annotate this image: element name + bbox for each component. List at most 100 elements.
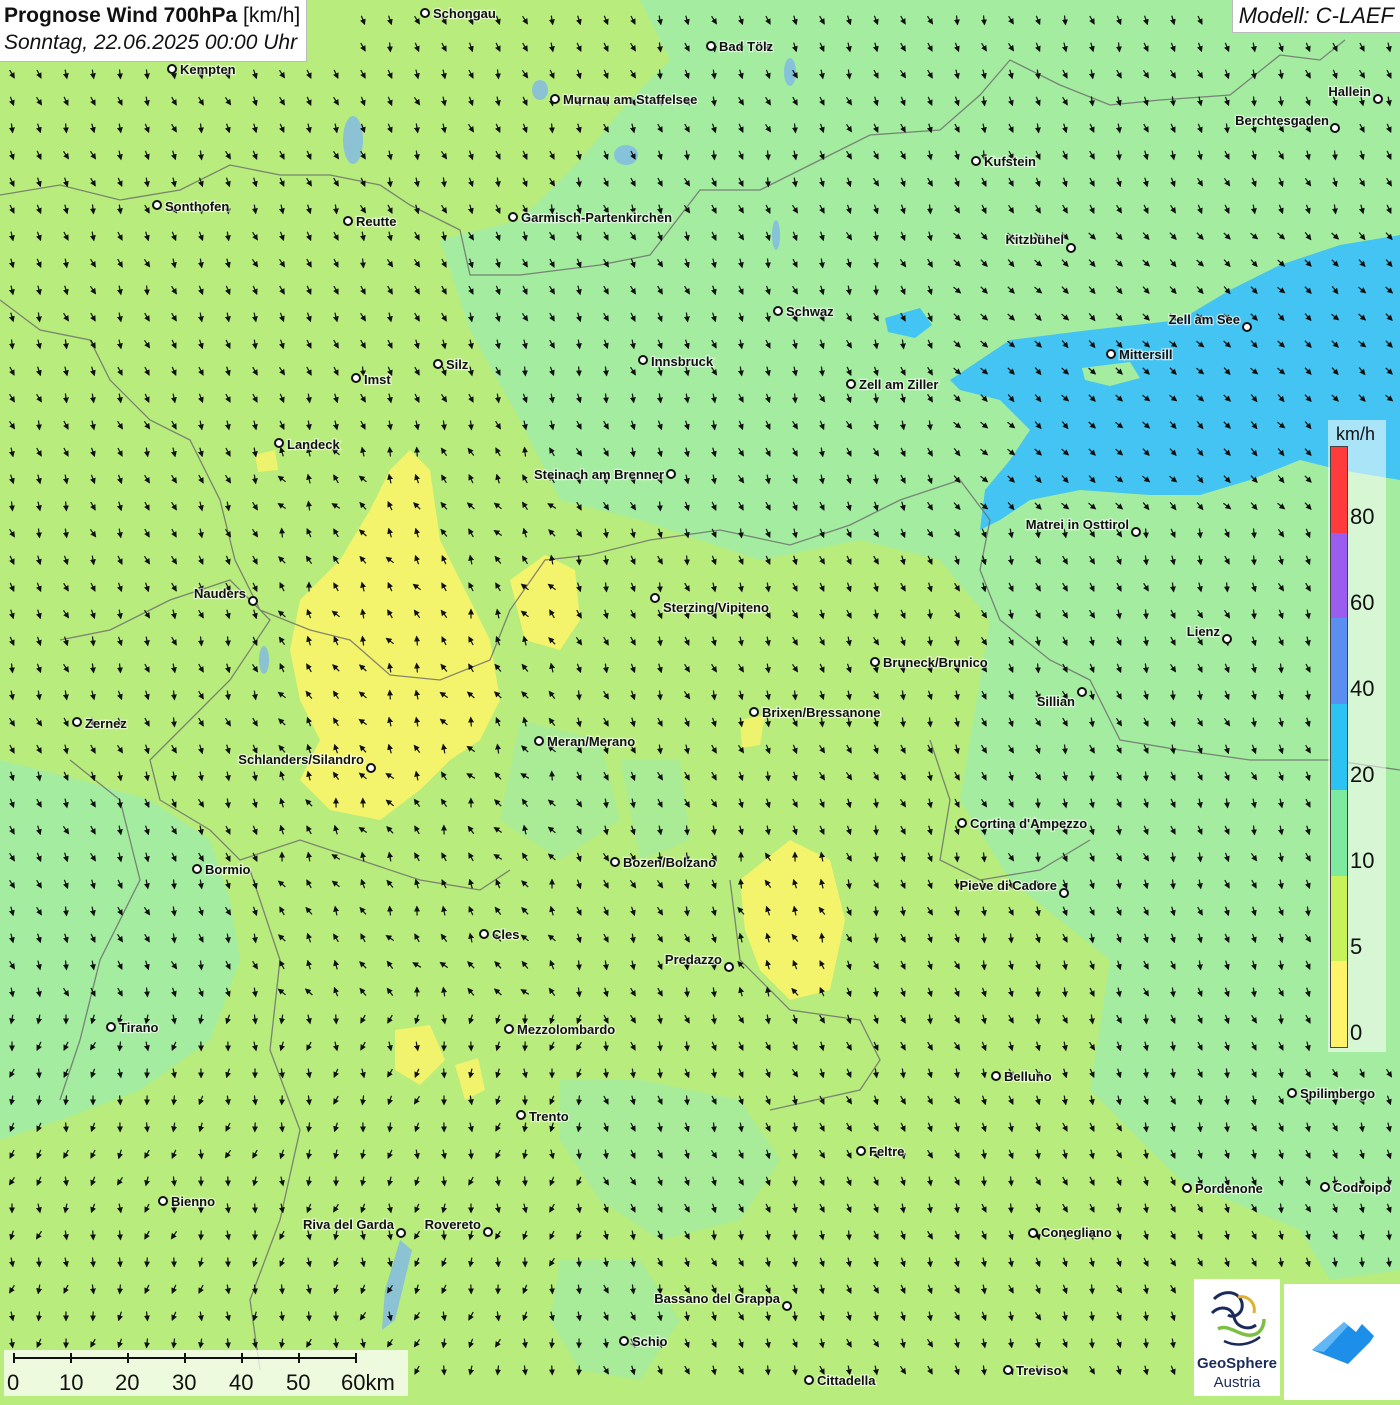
city-label: Feltre bbox=[869, 1144, 904, 1159]
city-marker: Conegliano bbox=[1029, 1225, 1112, 1240]
legend-unit: km/h bbox=[1336, 424, 1375, 445]
city-label: Sonthofen bbox=[165, 199, 229, 214]
city-label: Schwaz bbox=[786, 304, 834, 319]
wind-arrow bbox=[309, 1312, 310, 1321]
city-label: Bruneck/Brunico bbox=[883, 655, 988, 670]
legend-tick: 60 bbox=[1350, 590, 1374, 616]
wind-arrow bbox=[93, 1231, 94, 1240]
city-label: Nauders bbox=[194, 586, 246, 601]
wind-arrow bbox=[66, 502, 67, 511]
wind-arrow bbox=[282, 529, 283, 538]
wind-arrow bbox=[417, 664, 418, 673]
wind-arrow bbox=[1038, 664, 1039, 673]
scale-label: 10 bbox=[59, 1370, 83, 1396]
city-label: Bad Tölz bbox=[719, 39, 774, 54]
map-title-box: Prognose Wind 700hPa [km/h] Sonntag, 22.… bbox=[0, 0, 307, 62]
wind-arrow bbox=[525, 367, 526, 376]
city-marker: Mezzolombardo bbox=[505, 1022, 615, 1037]
city-label: Meran/Merano bbox=[547, 734, 635, 749]
legend-tick: 40 bbox=[1350, 676, 1374, 702]
city-label: Bozen/Bolzano bbox=[623, 855, 716, 870]
city-label: Kufstein bbox=[984, 154, 1036, 169]
legend-tick: 0 bbox=[1350, 1020, 1362, 1046]
city-label: Sterzing/Vipiteno bbox=[663, 600, 769, 615]
wind-arrow bbox=[552, 772, 553, 781]
legend-tick: 5 bbox=[1350, 934, 1362, 960]
city-marker: Meran/Merano bbox=[535, 734, 635, 749]
wind-arrow bbox=[660, 502, 661, 511]
city-label: Belluno bbox=[1004, 1069, 1052, 1084]
wind-arrow bbox=[120, 1096, 121, 1105]
city-label: Kitzbühel bbox=[1006, 232, 1065, 247]
city-label: Brixen/Bressanone bbox=[762, 705, 881, 720]
wind-arrow bbox=[687, 556, 688, 565]
scale-bar: 0 10 20 30 40 50 60km bbox=[4, 1350, 408, 1396]
city-marker: Zell am Ziller bbox=[847, 377, 938, 392]
city-label: Cortina d'Ampezzo bbox=[970, 816, 1087, 831]
wind-arrow bbox=[579, 367, 580, 376]
city-label: Schlanders/Silandro bbox=[238, 752, 364, 767]
city-label: Treviso bbox=[1016, 1363, 1062, 1378]
city-label: Kempten bbox=[180, 62, 236, 77]
city-marker: Bruneck/Brunico bbox=[871, 655, 988, 670]
wind-arrow bbox=[1011, 1204, 1012, 1213]
city-label: Reutte bbox=[356, 214, 396, 229]
city-label: Steinach am Brenner bbox=[534, 467, 664, 482]
city-marker: Pordenone bbox=[1183, 1181, 1263, 1196]
wind-arrow bbox=[417, 637, 418, 646]
map-title: Prognose Wind 700hPa [km/h] bbox=[4, 3, 300, 29]
city-label: Lienz bbox=[1187, 624, 1221, 639]
wind-arrow bbox=[66, 1123, 67, 1132]
wind-arrow bbox=[768, 178, 769, 187]
city-label: Imst bbox=[364, 372, 391, 387]
city-label: Garmisch-Partenkirchen bbox=[521, 210, 672, 225]
scale-label: 60km bbox=[341, 1370, 395, 1396]
wind-arrow bbox=[390, 43, 391, 52]
legend-color-segment bbox=[1331, 961, 1347, 1047]
scale-label: 30 bbox=[172, 1370, 196, 1396]
city-label: Pordenone bbox=[1195, 1181, 1263, 1196]
city-label: Rovereto bbox=[425, 1217, 481, 1232]
legend-color-segment bbox=[1331, 618, 1347, 704]
city-label: Berchtesgaden bbox=[1235, 113, 1329, 128]
city-label: Zell am Ziller bbox=[859, 377, 938, 392]
color-legend: km/h 80 60 40 20 10 5 0 bbox=[1328, 420, 1386, 1052]
wind-arrow bbox=[471, 718, 472, 727]
city-marker: Bozen/Bolzano bbox=[611, 855, 716, 870]
city-marker: Innsbruck bbox=[639, 354, 714, 369]
wind-arrow bbox=[1254, 556, 1255, 565]
model-label: Modell: C-LAEF bbox=[1232, 0, 1400, 33]
geosphere-name: GeoSphere bbox=[1194, 1355, 1280, 1372]
legend-color-segment bbox=[1331, 447, 1347, 533]
city-label: Hallein bbox=[1328, 84, 1371, 99]
legend-tick: 20 bbox=[1350, 762, 1374, 788]
city-label: Trento bbox=[529, 1109, 569, 1124]
scale-label: 40 bbox=[229, 1370, 253, 1396]
city-marker: Cortina d'Ampezzo bbox=[958, 816, 1087, 831]
scale-label: 50 bbox=[286, 1370, 310, 1396]
wind-map: Schongau Kempten Bad Tölz Murnau am Staf… bbox=[0, 0, 1400, 1400]
city-label: Matrei in Osttirol bbox=[1026, 517, 1129, 532]
wind-arrow bbox=[984, 1177, 985, 1186]
city-marker: Sonthofen bbox=[153, 199, 229, 214]
city-marker: Steinach am Brenner bbox=[534, 467, 675, 482]
scale-bar-line bbox=[4, 1350, 408, 1370]
legend-color-segment bbox=[1331, 876, 1347, 962]
city-label: Murnau am Staffelsee bbox=[563, 92, 697, 107]
wind-arrow bbox=[390, 448, 391, 457]
wind-arrow bbox=[849, 1231, 850, 1240]
city-label: Bassano del Grappa bbox=[654, 1291, 780, 1306]
wind-arrow bbox=[795, 691, 796, 700]
wind-arrow bbox=[1146, 529, 1147, 538]
city-marker: Schongau bbox=[421, 6, 496, 21]
city-label: Riva del Garda bbox=[303, 1217, 395, 1232]
wind-arrow bbox=[957, 853, 958, 862]
wind-arrow bbox=[1173, 691, 1174, 700]
city-label: Bormio bbox=[205, 862, 251, 877]
city-label: Landeck bbox=[287, 437, 341, 452]
city-label: Schongau bbox=[433, 6, 496, 21]
map-title-unit: [km/h] bbox=[237, 4, 300, 27]
wind-arrow bbox=[390, 907, 391, 916]
wind-arrow bbox=[255, 1204, 256, 1213]
city-label: Sillian bbox=[1037, 694, 1075, 709]
